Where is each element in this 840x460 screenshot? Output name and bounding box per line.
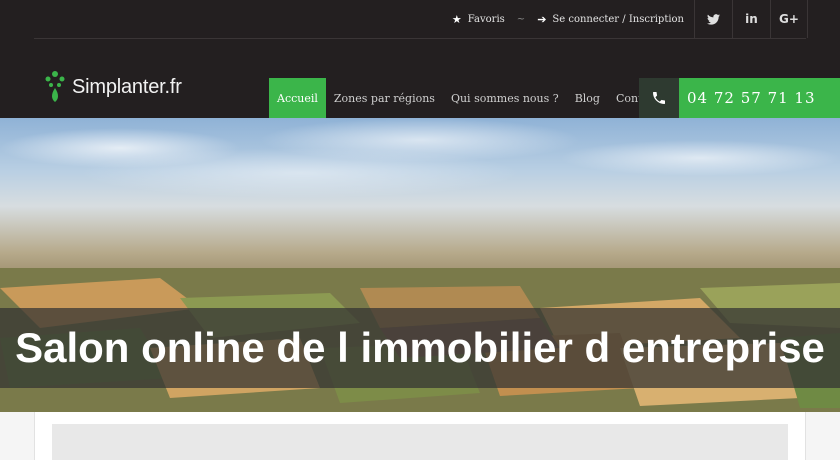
content-placeholder [52,424,788,460]
login-label: Se connecter / Inscription [552,14,684,25]
menu-item-zones[interactable]: Zones par régions [326,78,443,118]
top-bar: ★ Favoris ~ ➔ Se connecter / Inscription… [0,0,840,40]
divider [34,38,806,39]
phone-icon [653,92,665,104]
logo-text: Simplanter.fr [72,75,182,98]
menu-item-blog[interactable]: Blog [567,78,608,118]
menu-item-qui-sommes-nous[interactable]: Qui sommes nous ? [443,78,567,118]
sign-in-icon: ➔ [537,13,547,26]
favoris-label: Favoris [467,14,505,25]
googleplus-button[interactable]: G+ [770,0,808,38]
login-link[interactable]: ➔ Se connecter / Inscription [537,13,684,26]
phone-number[interactable]: 04 72 57 71 13 [679,78,840,118]
twitter-button[interactable] [694,0,732,38]
star-icon: ★ [451,13,462,26]
hero-banner: Salon online de l immobilier d entrepris… [0,118,840,412]
linkedin-button[interactable]: in [732,0,770,38]
content-area [0,412,840,460]
googleplus-icon: G+ [779,12,799,26]
menu-item-accueil[interactable]: Accueil [269,78,326,118]
main-navbar: Simplanter.fr Accueil Zones par régions … [0,40,840,118]
favoris-link[interactable]: ★ Favoris [452,13,505,26]
linkedin-icon: in [745,12,758,26]
site-logo[interactable]: Simplanter.fr [44,70,182,104]
twitter-icon [707,13,720,25]
separator: ~ [516,14,526,25]
phone-icon-box[interactable] [639,78,679,118]
plant-logo-icon [44,70,66,104]
phone-number-text: 04 72 57 71 13 [687,89,816,107]
hero-title-band: Salon online de l immobilier d entrepris… [0,308,840,388]
hero-title: Salon online de l immobilier d entrepris… [15,324,825,371]
main-menu: Accueil Zones par régions Qui sommes nou… [269,78,668,118]
top-links: ★ Favoris ~ ➔ Se connecter / Inscription [452,13,684,26]
